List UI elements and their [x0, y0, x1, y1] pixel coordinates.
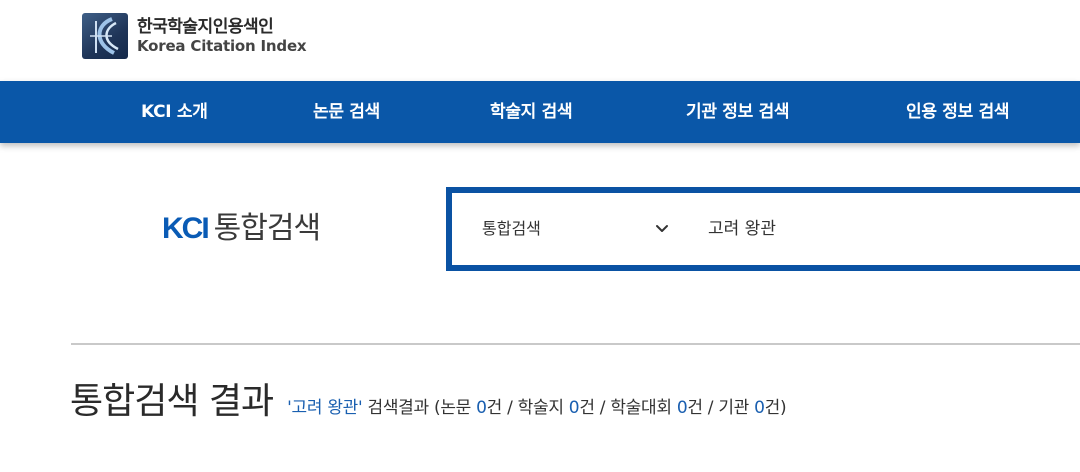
separator: /	[707, 398, 714, 418]
conferences-label: 학술대회	[610, 398, 672, 418]
journals-unit: 건	[579, 398, 595, 418]
logo-korean-name: 한국학술지인용색인	[137, 16, 274, 37]
papers-unit: 건	[486, 398, 503, 418]
chevron-down-icon[interactable]	[652, 219, 672, 239]
nav-item-kci-intro[interactable]: KCI 소개	[141, 81, 208, 143]
kci-brand: KCI	[162, 212, 210, 245]
results-title: 통합검색 결과	[70, 381, 274, 422]
institutions-unit: 건	[764, 398, 781, 418]
search-box: 통합검색	[446, 187, 1080, 271]
main-nav: KCI 소개 논문 검색 학술지 검색 기관 정보 검색 인용 정보 검색	[0, 81, 1080, 143]
journals-label: 학술지	[517, 398, 564, 418]
nav-item-citation-search[interactable]: 인용 정보 검색	[906, 81, 1010, 143]
results-header: 통합검색 결과 '고려 왕관' 검색결과 (논문 0건 / 학술지 0건 / 학…	[70, 372, 787, 424]
results-query: '고려 왕관'	[287, 398, 363, 418]
institutions-count: 0	[754, 398, 765, 418]
search-heading: KCI 통합검색	[162, 203, 321, 247]
institutions-label: 기관	[718, 398, 750, 418]
conferences-unit: 건	[687, 398, 703, 418]
summary-label: 검색결과	[367, 398, 430, 418]
separator: /	[507, 398, 513, 418]
results-summary: '고려 왕관' 검색결과 (논문 0건 / 학술지 0건 / 학술대회 0건 /…	[287, 393, 787, 418]
journals-count: 0	[568, 398, 580, 418]
separator: /	[599, 398, 606, 418]
kci-logo-icon	[82, 13, 128, 59]
close-paren: )	[780, 398, 787, 418]
nav-item-journal-search[interactable]: 학술지 검색	[490, 81, 573, 143]
site-logo[interactable]: 한국학술지인용색인 Korea Citation Index	[82, 13, 307, 59]
papers-label: 논문	[440, 398, 472, 418]
search-heading-label: 통합검색	[213, 211, 321, 246]
search-input[interactable]	[708, 193, 1080, 265]
nav-item-paper-search[interactable]: 논문 검색	[313, 81, 380, 143]
conferences-count: 0	[676, 398, 688, 418]
nav-item-institution-search[interactable]: 기관 정보 검색	[686, 81, 790, 143]
logo-english-name: Korea Citation Index	[137, 36, 307, 55]
papers-count: 0	[476, 398, 487, 418]
divider	[71, 343, 1080, 345]
search-scope-select[interactable]: 통합검색	[482, 193, 672, 265]
